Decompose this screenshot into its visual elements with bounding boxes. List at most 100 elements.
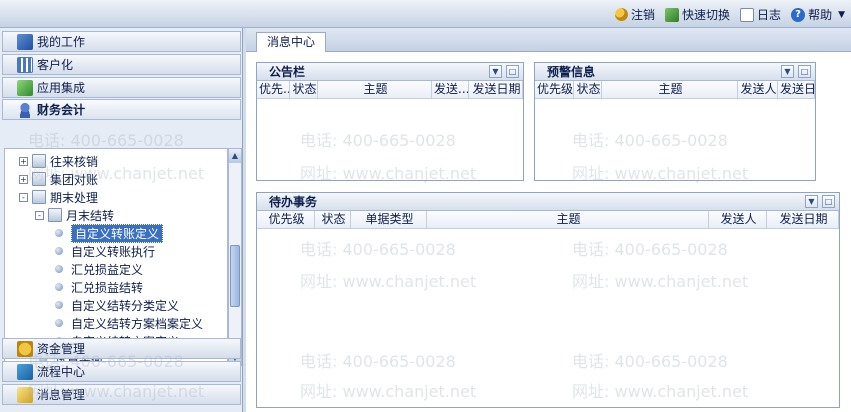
logout-label: 注销	[631, 8, 656, 22]
col-sender[interactable]: 发送人	[738, 81, 778, 98]
tree-item[interactable]: 自定义结转分类定义	[51, 296, 179, 314]
nav-customization[interactable]: 客户化	[2, 54, 241, 75]
tree-item[interactable]: 自定义转账定义	[51, 223, 164, 243]
tree-item[interactable]: - 期末处理	[19, 188, 98, 206]
quick-switch-link[interactable]: 快速切换	[665, 6, 730, 23]
dropdown-icon[interactable]: ▼	[781, 65, 794, 78]
dropdown-icon[interactable]: ▼	[489, 65, 502, 78]
main-area: 消息中心 公告栏 ▼ □ 优先... 状态 主题 发送... 发送日期 预警	[246, 28, 851, 412]
col-send-date[interactable]: 发送日期	[778, 81, 815, 98]
nav-label: 流程中心	[37, 365, 86, 379]
scroll-up-icon[interactable]: ▲	[229, 149, 241, 163]
leaf-icon	[55, 319, 63, 327]
tree-item-label: 汇兑损益结转	[71, 280, 144, 295]
nav-app-integration[interactable]: 应用集成	[2, 77, 241, 98]
tree-item[interactable]: + 往来核销	[19, 152, 98, 170]
scroll-thumb[interactable]	[230, 245, 240, 307]
dropdown-icon[interactable]: ▼	[805, 195, 818, 208]
key-icon	[615, 8, 629, 21]
maximize-icon[interactable]: □	[822, 195, 835, 208]
tree-item[interactable]: 自定义结转方案档案定义	[51, 314, 203, 332]
col-status[interactable]: 状态	[290, 81, 318, 98]
tab-strip: 消息中心	[246, 28, 851, 52]
alerts-columns: 优先级 状态 主题 发送人 发送日期	[535, 81, 815, 99]
tree-item-label: 自定义结转方案档案定义	[71, 316, 204, 331]
grid-icon	[17, 56, 33, 73]
folder-icon	[32, 172, 46, 186]
collapse-icon[interactable]: -	[19, 192, 28, 202]
col-send-date[interactable]: 发送日期	[767, 211, 839, 228]
col-subject[interactable]: 主题	[427, 211, 709, 228]
document-icon	[740, 7, 755, 22]
tree-item[interactable]: 自定义转账执行	[51, 242, 155, 260]
help-icon: ?	[791, 7, 806, 22]
quick-switch-label: 快速切换	[682, 8, 731, 22]
nav-fund-management[interactable]: 资金管理	[2, 338, 241, 359]
bulletin-title: 公告栏	[269, 65, 306, 79]
nav-my-work[interactable]: 我的工作	[2, 31, 241, 52]
todo-title: 待办事务	[269, 195, 318, 209]
nav-label: 应用集成	[37, 81, 86, 95]
alerts-header: 预警信息 ▼ □	[535, 63, 815, 81]
help-link[interactable]: ? 帮助 ▼	[791, 6, 845, 23]
nav-message-management[interactable]: 消息管理	[2, 384, 241, 405]
col-status[interactable]: 状态	[315, 211, 351, 228]
log-link[interactable]: 日志	[740, 6, 781, 23]
help-label: 帮助	[808, 8, 833, 22]
maximize-icon[interactable]: □	[798, 65, 811, 78]
col-doc-type[interactable]: 单据类型	[351, 211, 427, 228]
expand-icon[interactable]: +	[19, 156, 28, 166]
alerts-title: 预警信息	[547, 65, 596, 79]
chevron-down-icon: ▼	[838, 9, 845, 20]
col-sender[interactable]: 发送人	[709, 211, 767, 228]
nav-label: 消息管理	[37, 388, 86, 402]
maximize-icon[interactable]: □	[506, 65, 519, 78]
col-priority[interactable]: 优先...	[257, 81, 290, 98]
col-send-date[interactable]: 发送日期	[469, 81, 523, 98]
top-links: 注销 快速切换 日志 ? 帮助 ▼	[609, 6, 845, 23]
tree-scrollbar[interactable]: ▲ ▼	[228, 148, 242, 366]
nav-process-center[interactable]: 流程中心	[2, 361, 241, 382]
tree-item[interactable]: - 月末结转	[35, 206, 114, 224]
nav-label: 资金管理	[37, 342, 86, 356]
tree-item[interactable]: 汇兑损益定义	[51, 260, 143, 278]
bulletin-columns: 优先... 状态 主题 发送... 发送日期	[257, 81, 523, 99]
collapse-icon[interactable]: -	[35, 210, 44, 220]
message-icon	[17, 386, 33, 403]
expand-icon[interactable]: +	[19, 174, 28, 184]
leaf-icon	[55, 229, 63, 237]
nav-label: 财务会计	[37, 103, 86, 117]
tree-item[interactable]: 汇兑损益结转	[51, 278, 143, 296]
tree-item-label: 自定义转账执行	[71, 244, 156, 259]
function-tree: + 往来核销 + 集团对账 - 期末处理 - 月末结转 自定义转账定义 自定义转账执行 汇兑损益定义…	[4, 148, 228, 366]
integration-icon	[17, 79, 33, 96]
col-subject[interactable]: 主题	[602, 81, 738, 98]
tree-item[interactable]: + 集团对账	[19, 170, 98, 188]
alerts-panel: 预警信息 ▼ □ 优先级 状态 主题 发送人 发送日期	[534, 62, 816, 181]
sidebar: 我的工作 客户化 应用集成 财务会计 + 往来核销 + 集团对账 - 期末处理 - 月末结转自…	[0, 28, 243, 412]
log-label: 日志	[757, 8, 782, 22]
bulletin-panel: 公告栏 ▼ □ 优先... 状态 主题 发送... 发送日期	[256, 62, 524, 181]
tree-item-label: 自定义转账定义	[71, 223, 164, 243]
tree-item-label: 月末结转	[66, 208, 115, 223]
col-sender[interactable]: 发送...	[432, 81, 469, 98]
todo-panel: 待办事务 ▼ □ 优先级 状态 单据类型 主题 发送人 发送日期	[256, 192, 840, 408]
nav-financial-accounting[interactable]: 财务会计	[2, 99, 241, 120]
user-icon	[17, 101, 33, 118]
col-priority[interactable]: 优先级	[257, 211, 315, 228]
tab-message-center[interactable]: 消息中心	[256, 32, 327, 52]
tree-item-label: 汇兑损益定义	[71, 262, 144, 277]
top-bar: 注销 快速切换 日志 ? 帮助 ▼	[0, 0, 851, 28]
logout-link[interactable]: 注销	[615, 6, 655, 23]
col-priority[interactable]: 优先级	[535, 81, 574, 98]
col-status[interactable]: 状态	[574, 81, 602, 98]
bulletin-header: 公告栏 ▼ □	[257, 63, 523, 81]
todo-columns: 优先级 状态 单据类型 主题 发送人 发送日期	[257, 211, 839, 229]
leaf-icon	[55, 247, 63, 255]
tree-item-label: 往来核销	[50, 154, 99, 169]
switch-icon	[665, 7, 680, 22]
message-center-content: 公告栏 ▼ □ 优先... 状态 主题 发送... 发送日期 预警信息 ▼ □	[246, 52, 851, 412]
leaf-icon	[55, 301, 63, 309]
todo-header: 待办事务 ▼ □	[257, 193, 839, 211]
col-subject[interactable]: 主题	[318, 81, 432, 98]
